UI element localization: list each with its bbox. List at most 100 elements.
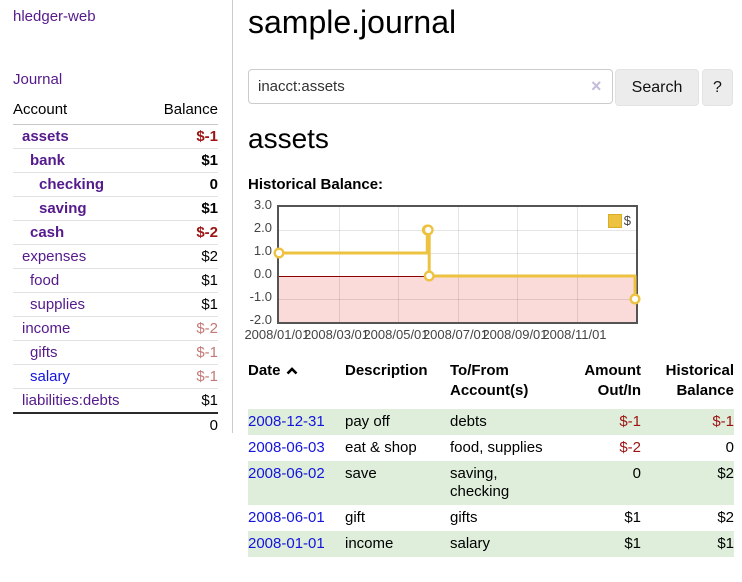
transaction-amount: $-1 [577, 409, 641, 435]
transaction-description: save [345, 461, 450, 505]
account-balance: $-2 [149, 221, 218, 245]
account-balance: $1 [149, 197, 218, 221]
transaction-amount: 0 [577, 461, 641, 505]
account-balance: $-1 [149, 341, 218, 365]
sidebar-account-link-saving[interactable]: saving [39, 200, 87, 217]
sidebar-account-link-income[interactable]: income [22, 320, 70, 337]
sidebar: hledger-web Journal Account Balance asse… [0, 0, 233, 433]
account-row: gifts $-1 [13, 341, 218, 365]
register-row: 2008-06-01giftgifts$1$2 [248, 505, 734, 531]
register-row: 2008-06-03eat & shopfood, supplies$-20 [248, 435, 734, 461]
sidebar-account-link-gifts[interactable]: gifts [30, 344, 58, 361]
y-tick-label: 3.0 [242, 197, 272, 213]
sidebar-account-link-expenses[interactable]: expenses [22, 248, 86, 265]
search-form: × Search ? [248, 69, 742, 105]
y-tick-label: -1.0 [242, 289, 272, 305]
transaction-amount: $-2 [577, 435, 641, 461]
accounts-total-value: 0 [149, 413, 218, 437]
app-brand-link[interactable]: hledger-web [13, 8, 96, 25]
balance-column-header: Balance [149, 101, 218, 125]
legend-swatch-icon [608, 214, 622, 228]
transaction-date-link[interactable]: 2008-01-01 [248, 535, 325, 552]
y-tick-label: -2.0 [242, 312, 272, 328]
sidebar-account-link-bank[interactable]: bank [30, 152, 65, 169]
transaction-date-link[interactable]: 2008-06-01 [248, 509, 325, 526]
transaction-date-link[interactable]: 2008-06-02 [248, 465, 325, 482]
sidebar-account-link-liabilities-debts[interactable]: liabilities:debts [22, 392, 120, 409]
sidebar-account-link-salary[interactable]: salary [30, 368, 70, 385]
account-balance: $-1 [149, 365, 218, 389]
account-balance: $2 [149, 245, 218, 269]
column-header-date[interactable]: Date [248, 361, 345, 409]
page-title: sample.journal [248, 0, 456, 44]
sort-ascending-icon [286, 361, 298, 381]
data-point-marker [631, 295, 640, 304]
account-row: cash $-2 [13, 221, 218, 245]
account-row: saving $1 [13, 197, 218, 221]
sidebar-account-link-cash[interactable]: cash [30, 224, 64, 241]
column-header-description[interactable]: Description [345, 361, 450, 409]
sidebar-account-link-assets[interactable]: assets [22, 128, 69, 145]
account-row: income $-2 [13, 317, 218, 341]
balance-chart: $ [277, 205, 638, 324]
transaction-description: pay off [345, 409, 450, 435]
register-row: 2008-12-31pay offdebts$-1$-1 [248, 409, 734, 435]
sidebar-account-link-checking[interactable]: checking [39, 176, 104, 193]
account-balance: $1 [149, 389, 218, 414]
accounts-total-row: 0 [13, 413, 218, 437]
account-row: food $1 [13, 269, 218, 293]
transaction-amount: $1 [577, 531, 641, 557]
account-balance: $1 [149, 293, 218, 317]
chart-series-line [279, 207, 636, 322]
chart-legend: $ [608, 213, 631, 228]
transaction-date-link[interactable]: 2008-06-03 [248, 439, 325, 456]
account-balance: 0 [149, 173, 218, 197]
account-row: salary $-1 [13, 365, 218, 389]
register-row: 2008-06-02 savesaving, checking0$2 [248, 461, 734, 505]
transaction-date-link[interactable]: 2008-12-31 [248, 413, 325, 430]
transaction-accounts: food, supplies [450, 435, 577, 461]
help-button[interactable]: ? [702, 69, 733, 106]
transaction-description: eat & shop [345, 435, 450, 461]
transaction-accounts: debts [450, 409, 577, 435]
accounts-table-body: assets$-1bank$1checking0saving$1cash$-2e… [13, 125, 218, 414]
transaction-accounts: gifts [450, 505, 577, 531]
sidebar-account-link-food[interactable]: food [30, 272, 59, 289]
register-table: Date Description To/From Account(s) Amou… [248, 361, 734, 557]
account-row: expenses $2 [13, 245, 218, 269]
account-balance: $1 [149, 149, 218, 173]
clear-search-icon[interactable]: × [591, 76, 602, 96]
sidebar-item-journal[interactable]: Journal [13, 71, 62, 88]
register-row: 2008-01-01incomesalary$1$1 [248, 531, 734, 557]
search-button[interactable]: Search [615, 69, 699, 106]
transaction-balance: $2 [641, 505, 734, 531]
y-tick-label: 0.0 [242, 266, 272, 282]
account-balance: $-2 [149, 317, 218, 341]
sidebar-account-link-supplies[interactable]: supplies [30, 296, 85, 313]
account-column-header: Account [13, 101, 149, 125]
account-balance: $-1 [149, 125, 218, 149]
transaction-balance: $1 [641, 531, 734, 557]
account-row: assets $-1 [13, 125, 218, 149]
x-tick-label: 2008/11/01 [535, 327, 615, 343]
accounts-table-header: Account Balance [13, 101, 218, 125]
accounts-table: Account Balance assets $-1 bank $1 checking 0… [13, 101, 218, 437]
column-header-amount[interactable]: Amount Out/In [577, 361, 641, 409]
historical-balance-label: Historical Balance: [248, 176, 383, 193]
transaction-accounts: salary [450, 531, 577, 557]
transaction-amount: $1 [577, 505, 641, 531]
account-balance: $1 [149, 269, 218, 293]
transaction-balance: $2 [641, 461, 734, 505]
column-header-accounts[interactable]: To/From Account(s) [450, 361, 577, 409]
search-input[interactable] [248, 69, 613, 104]
transaction-accounts: saving, checking [450, 461, 577, 505]
main-content: sample.journal × Search ? assets Histori… [248, 0, 742, 582]
register-table-body: 2008-12-31pay offdebts$-1$-12008-06-03ea… [248, 409, 734, 557]
y-tick-label: 1.0 [242, 243, 272, 259]
account-row: supplies $1 [13, 293, 218, 317]
account-row: bank $1 [13, 149, 218, 173]
account-row: checking 0 [13, 173, 218, 197]
transaction-balance: $-1 [641, 409, 734, 435]
column-header-balance[interactable]: Historical Balance [641, 361, 734, 409]
register-header-row: Date Description To/From Account(s) Amou… [248, 361, 734, 409]
